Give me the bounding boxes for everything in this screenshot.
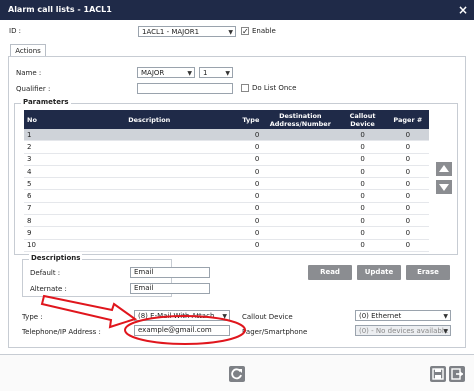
annotation-arrow (40, 294, 138, 329)
annotation-ellipse (124, 315, 246, 345)
bottom-toolbar (0, 354, 474, 391)
refresh-button[interactable] (229, 366, 245, 382)
annotation-overlay (40, 294, 246, 345)
exit-icon (451, 368, 463, 380)
save-button[interactable] (430, 366, 446, 382)
save-icon (432, 368, 444, 380)
refresh-icon (231, 368, 242, 380)
exit-button[interactable] (449, 366, 465, 382)
